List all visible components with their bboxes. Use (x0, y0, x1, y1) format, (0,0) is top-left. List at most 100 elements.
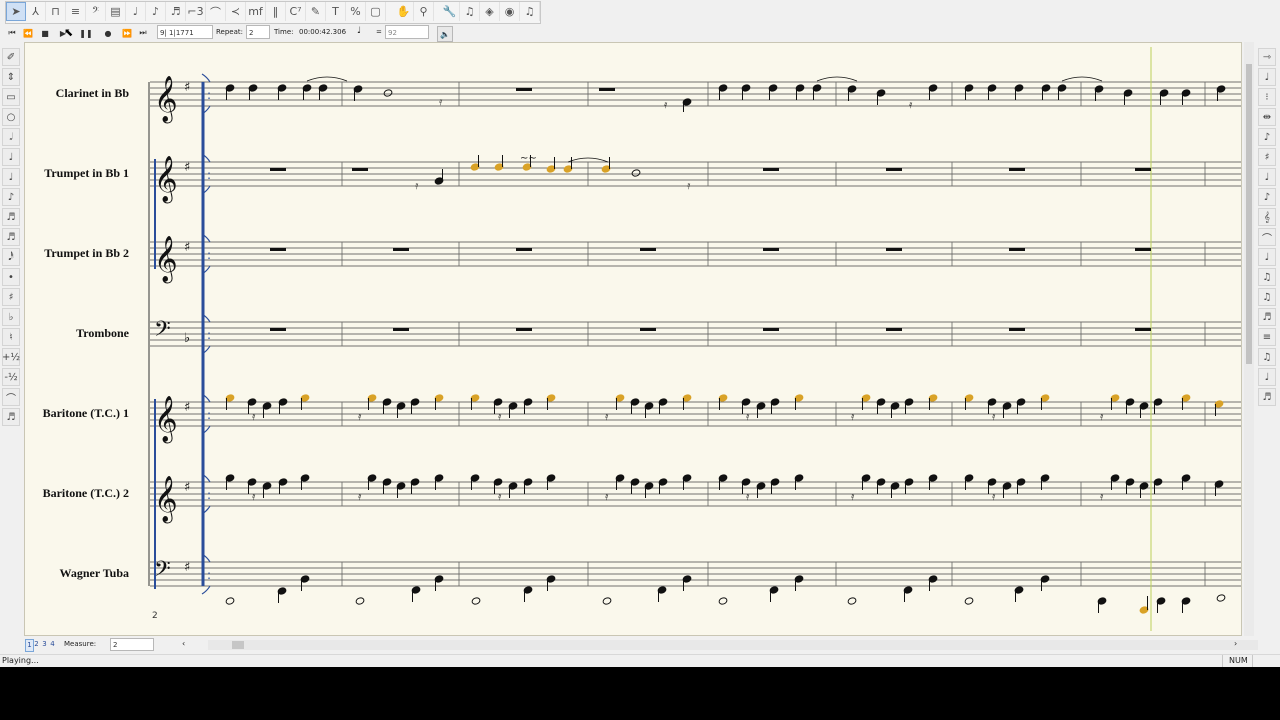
right_palette-tool-0-icon[interactable]: ⇾ (1258, 48, 1276, 66)
left_palette-tool-7-icon[interactable]: ♪ (2, 188, 20, 206)
down-bow-icon[interactable]: ⊓ (46, 2, 66, 21)
palette-icon[interactable]: ◉ (500, 2, 520, 21)
right_palette-tool-15-icon[interactable]: ♫ (1258, 348, 1276, 366)
score-view-icon[interactable]: ♫ (520, 2, 540, 21)
right_palette-tool-6-icon[interactable]: ♩ (1258, 168, 1276, 186)
left_palette-tool-12-icon[interactable]: ♯ (2, 288, 20, 306)
left_palette-tool-13-icon[interactable]: ♭ (2, 308, 20, 326)
beam-icon[interactable]: ♬ (166, 2, 186, 21)
scroll-left-icon[interactable]: ‹ (182, 639, 185, 648)
slur (567, 157, 609, 163)
page-tab-3[interactable]: 3 (41, 639, 48, 650)
right_palette-tool-10-icon[interactable]: ♩ (1258, 248, 1276, 266)
hairpin-icon[interactable]: ≺ (226, 2, 246, 21)
key-signature: ♯ (184, 160, 190, 175)
left_palette-tool-1-icon[interactable]: ⇕ (2, 68, 20, 86)
page-icon[interactable]: ▢ (366, 2, 386, 21)
left_palette-tool-8-icon[interactable]: ♬ (2, 208, 20, 226)
note (355, 597, 365, 605)
tuplet-icon[interactable]: ⌐3 (186, 2, 206, 21)
forward-to-end-icon[interactable]: ⏭ (136, 26, 150, 40)
scroll-right-icon[interactable]: › (1234, 639, 1237, 648)
bass-clef-icon[interactable]: 𝄢 (86, 2, 106, 21)
whole-rest (1135, 328, 1151, 331)
tempo-field[interactable]: 92 (385, 25, 429, 39)
note (383, 89, 393, 97)
pen-icon[interactable]: ✎ (306, 2, 326, 21)
rest-icon: 𝄿 (992, 490, 996, 503)
eraser-icon[interactable]: ◈ (480, 2, 500, 21)
right_palette-tool-9-icon[interactable]: ⌒ (1258, 228, 1276, 246)
right_palette-tool-12-icon[interactable]: ♫ (1258, 288, 1276, 306)
hand-icon[interactable]: ✋ (394, 2, 414, 21)
left_palette-tool-11-icon[interactable]: • (2, 268, 20, 286)
record-icon[interactable]: ● (101, 26, 115, 40)
left_palette-tool-14-icon[interactable]: ♮ (2, 328, 20, 346)
dynamics-icon[interactable]: mf (246, 2, 266, 21)
page-tab-4[interactable]: 4 (49, 639, 56, 650)
note (718, 597, 728, 605)
vertical-scroll-thumb[interactable] (1246, 64, 1252, 364)
right_palette-tool-3-icon[interactable]: ⇹ (1258, 108, 1276, 126)
quarter-note-icon[interactable]: ♩ (126, 2, 146, 21)
repeat-select[interactable]: 2 (246, 25, 270, 39)
wrench-icon[interactable]: 🔧 (440, 2, 460, 21)
whole-rest (516, 88, 532, 91)
rewind-to-start-icon[interactable]: ⏮ (5, 26, 19, 40)
right_palette-tool-13-icon[interactable]: ♬ (1258, 308, 1276, 326)
position-field[interactable]: 9| 1|1771 (157, 25, 213, 39)
zoom-icon[interactable]: ⚲ (414, 2, 434, 21)
left_palette-tool-9-icon[interactable]: ♬ (2, 228, 20, 246)
slur (816, 76, 858, 82)
score-view[interactable]: Clarinet in Bb 𝄞 ♯: Trumpet in Bb 1 𝄞 ♯: Trump… (24, 42, 1242, 636)
up-bow-icon[interactable]: ⅄ (26, 2, 46, 21)
right_palette-tool-1-icon[interactable]: ♩ (1258, 68, 1276, 86)
instrument-name: Clarinet in Bb (56, 86, 130, 100)
left_palette-tool-6-icon[interactable]: ♩ (2, 168, 20, 186)
keyboard-icon[interactable]: ▤ (106, 2, 126, 21)
right_palette-tool-8-icon[interactable]: 𝄞 (1258, 208, 1276, 226)
left_palette-tool-0-icon[interactable]: ✐ (2, 48, 20, 66)
right_palette-tool-14-icon[interactable]: ≡ (1258, 328, 1276, 346)
measure-field[interactable]: 2 (110, 638, 154, 651)
whole-rest (640, 328, 656, 331)
whole-rest (599, 88, 615, 91)
select-arrow-icon[interactable]: ➤ (6, 2, 26, 21)
right_palette-tool-11-icon[interactable]: ♫ (1258, 268, 1276, 286)
right_palette-tool-4-icon[interactable]: ♪ (1258, 128, 1276, 146)
left_palette-tool-2-icon[interactable]: ▭ (2, 88, 20, 106)
rest-icon: 𝄿 (851, 490, 855, 503)
stop-icon[interactable]: ■ (38, 26, 52, 40)
slur-icon[interactable]: ⌒ (206, 2, 226, 21)
left_palette-tool-5-icon[interactable]: ♩ (2, 148, 20, 166)
pause-icon[interactable]: ❚❚ (79, 26, 93, 40)
page-tab-2[interactable]: 2 (33, 639, 40, 650)
fast-forward-icon[interactable]: ⏩ (120, 26, 134, 40)
left_palette-tool-10-icon[interactable]: 𝅘𝅥𝅰 (2, 248, 20, 266)
speaker-icon[interactable]: 🔈 (437, 26, 453, 42)
horizontal-scroll-thumb[interactable] (232, 641, 244, 649)
right_palette-tool-5-icon[interactable]: ♯ (1258, 148, 1276, 166)
left_palette-tool-15-icon[interactable]: +½ (2, 348, 20, 366)
text-icon[interactable]: T (326, 2, 346, 21)
right_palette-tool-2-icon[interactable]: ⁝ (1258, 88, 1276, 106)
score-canvas[interactable]: Clarinet in Bb 𝄞 ♯: Trumpet in Bb 1 𝄞 ♯: Trump… (25, 43, 1241, 635)
rewind-icon[interactable]: ⏪ (21, 26, 35, 40)
horizontal-scrollbar[interactable] (208, 640, 1258, 650)
barline-icon[interactable]: ‖ (266, 2, 286, 21)
left_palette-tool-4-icon[interactable]: 𝅗𝅥 (2, 128, 20, 146)
music-notes-icon[interactable]: ♫ (460, 2, 480, 21)
whole-rest (1009, 168, 1025, 171)
vertical-scrollbar[interactable] (1244, 42, 1254, 636)
left_palette-tool-3-icon[interactable]: ○ (2, 108, 20, 126)
left_palette-tool-17-icon[interactable]: ⌒ (2, 388, 20, 406)
right_palette-tool-16-icon[interactable]: ♩ (1258, 368, 1276, 386)
left_palette-tool-16-icon[interactable]: -½ (2, 368, 20, 386)
left_palette-tool-18-icon[interactable]: ♬ (2, 408, 20, 426)
chord-icon[interactable]: C⁷ (286, 2, 306, 21)
eighth-note-icon[interactable]: ♪ (146, 2, 166, 21)
right_palette-tool-7-icon[interactable]: ♪ (1258, 188, 1276, 206)
percent-icon[interactable]: % (346, 2, 366, 21)
staff-icon[interactable]: ≡ (66, 2, 86, 21)
right_palette-tool-17-icon[interactable]: ♬ (1258, 388, 1276, 406)
